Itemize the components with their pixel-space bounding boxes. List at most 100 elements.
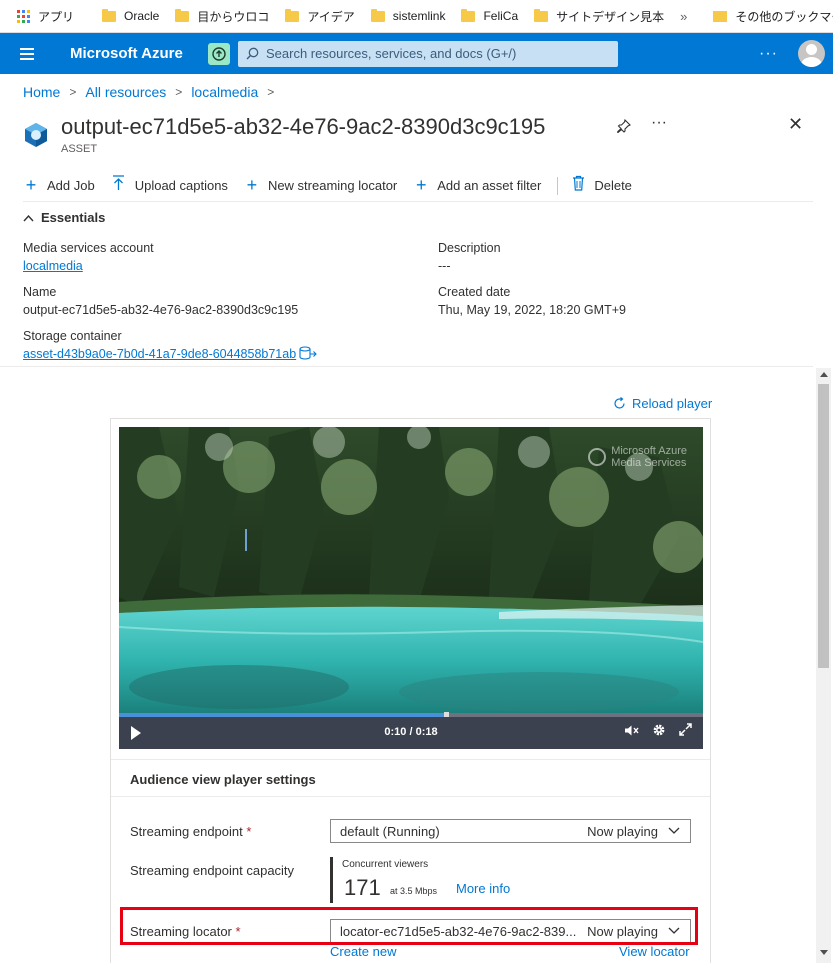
bookmarks-bar: アプリ Oracle 目からウロコ アイデア sistemlink FeliCa… (0, 0, 833, 33)
bookmark-item[interactable]: FeliCa (461, 8, 519, 23)
description-label: Description (438, 241, 501, 255)
title-more-button[interactable]: ··· (651, 114, 667, 132)
add-job-button[interactable]: + Add Job (23, 175, 95, 196)
header-more-button[interactable]: ··· (759, 45, 778, 63)
command-label: Add an asset filter (437, 178, 542, 193)
add-asset-filter-button[interactable]: + Add an asset filter (413, 175, 541, 196)
media-account-label: Media services account (23, 241, 154, 255)
endpoint-capacity-meter: Concurrent viewers 171 at 3.5 Mbps More … (330, 857, 510, 903)
pin-icon[interactable] (617, 119, 631, 133)
upload-captions-button[interactable]: Upload captions (111, 175, 228, 196)
scrollbar-thumb[interactable] (818, 384, 829, 668)
bookmark-label: アプリ (38, 9, 75, 24)
bookmark-item[interactable]: サイトデザイン見本 (534, 8, 664, 25)
brand-title[interactable]: Microsoft Azure (70, 45, 208, 62)
reload-player-label: Reload player (632, 396, 713, 411)
create-new-link[interactable]: Create new (330, 944, 396, 959)
video-player[interactable]: Microsoft Azure Media Services (119, 427, 703, 749)
view-locator-link[interactable]: View locator (619, 944, 690, 959)
highlight-box (120, 907, 698, 945)
plus-icon: + (246, 175, 258, 195)
portal-menu-button[interactable] (0, 33, 54, 74)
essentials-divider (0, 366, 813, 367)
chevron-right-icon: > (175, 85, 183, 99)
folder-icon (461, 8, 476, 22)
endpoint-capacity-label: Streaming endpoint capacity (130, 863, 295, 878)
name-label: Name (23, 285, 57, 299)
fullscreen-icon[interactable] (679, 723, 692, 739)
gear-icon[interactable] (652, 723, 666, 740)
media-account-link[interactable]: localmedia (23, 259, 83, 273)
search-placeholder: Search resources, services, and docs (G+… (266, 46, 517, 61)
media-services-watermark: Microsoft Azure Media Services (588, 445, 687, 469)
azure-top-bar: Microsoft Azure Search resources, servic… (0, 33, 833, 74)
created-date-value: Thu, May 19, 2022, 18:20 GMT+9 (438, 303, 626, 317)
player-settings-title: Audience view player settings (111, 759, 710, 797)
breadcrumb-localmedia[interactable]: localmedia (191, 84, 258, 100)
mute-icon[interactable] (624, 724, 639, 740)
chevron-up-icon (23, 214, 34, 221)
page-scrollbar[interactable] (816, 368, 831, 963)
watermark-line1: Microsoft Azure (611, 445, 687, 457)
streaming-endpoint-dropdown[interactable]: default (Running) Now playing (330, 819, 691, 843)
scroll-down-arrow-icon[interactable] (820, 950, 828, 955)
concurrent-viewers-label: Concurrent viewers (342, 859, 429, 870)
new-streaming-locator-button[interactable]: + New streaming locator (244, 175, 398, 196)
bitrate-label: at 3.5 Mbps (390, 886, 438, 896)
apps-grid-icon (17, 9, 30, 23)
command-bar: + Add Job Upload captions + New streaming … (23, 170, 813, 202)
plus-icon: + (25, 175, 37, 195)
video-time: 0:10 / 0:18 (384, 726, 438, 738)
concurrent-viewers-value: 171 (344, 875, 381, 900)
essentials-header-label: Essentials (41, 210, 106, 225)
scroll-up-arrow-icon[interactable] (820, 372, 828, 377)
storage-container-link[interactable]: asset-d43b9a0e-7b0d-41a7-9de8-6044858b71… (23, 346, 317, 361)
search-input[interactable]: Search resources, services, and docs (G+… (238, 40, 618, 67)
bookmark-item[interactable]: アイデア (285, 8, 355, 25)
folder-icon (534, 8, 549, 22)
bookmark-item[interactable]: sistemlink (370, 8, 446, 23)
bookmark-label: 目からウロコ (197, 9, 270, 24)
chevron-down-icon (668, 827, 680, 834)
close-icon[interactable]: ✕ (788, 114, 803, 135)
page-title: output-ec71d5e5-ab32-4e76-9ac2-8390d3c9c… (61, 114, 546, 139)
plus-icon: + (416, 175, 427, 195)
command-label: New streaming locator (267, 178, 398, 193)
other-bookmarks[interactable]: その他のブックマーク (713, 8, 833, 25)
bookmark-label: FeliCa (483, 9, 519, 23)
bookmark-apps[interactable]: アプリ (17, 8, 74, 25)
required-marker: * (246, 824, 252, 839)
media-services-logo-icon (588, 448, 607, 466)
title-row: output-ec71d5e5-ab32-4e76-9ac2-8390d3c9c… (23, 112, 813, 158)
breadcrumb-home[interactable]: Home (23, 84, 60, 100)
more-info-link[interactable]: More info (456, 881, 510, 896)
storage-open-icon (299, 346, 317, 360)
breadcrumb-all-resources[interactable]: All resources (85, 84, 166, 100)
trash-icon (570, 175, 586, 196)
bookmark-item[interactable]: Oracle (102, 8, 160, 23)
bookmark-label: その他のブックマーク (735, 9, 833, 24)
bookmark-item[interactable]: 目からウロコ (175, 8, 269, 25)
dropdown-value: default (Running) (340, 823, 440, 839)
media-asset-icon (25, 123, 47, 147)
bookmarks-overflow-button[interactable]: » (680, 9, 687, 24)
folder-icon (285, 8, 300, 22)
folder-icon (102, 8, 117, 22)
chevron-right-icon: > (69, 85, 77, 99)
label-text: Streaming endpoint (130, 824, 243, 839)
reload-player-button[interactable]: Reload player (613, 396, 712, 411)
delete-button[interactable]: Delete (570, 175, 632, 196)
storage-container-value: asset-d43b9a0e-7b0d-41a7-9de8-6044858b71… (23, 346, 297, 361)
streaming-endpoint-label: Streaming endpoint * (130, 824, 251, 839)
avatar[interactable] (798, 40, 825, 67)
video-frame (119, 427, 703, 717)
bookmark-label: Oracle (124, 9, 160, 23)
watermark-line2: Media Services (611, 457, 687, 469)
bookmark-label: sistemlink (392, 9, 446, 23)
search-icon (246, 47, 259, 60)
command-label: Upload captions (134, 178, 228, 193)
essentials-toggle[interactable]: Essentials (23, 210, 105, 225)
folder-icon (370, 8, 385, 22)
breadcrumb: Home > All resources > localmedia > (23, 84, 283, 100)
upgrade-icon[interactable] (208, 42, 230, 65)
